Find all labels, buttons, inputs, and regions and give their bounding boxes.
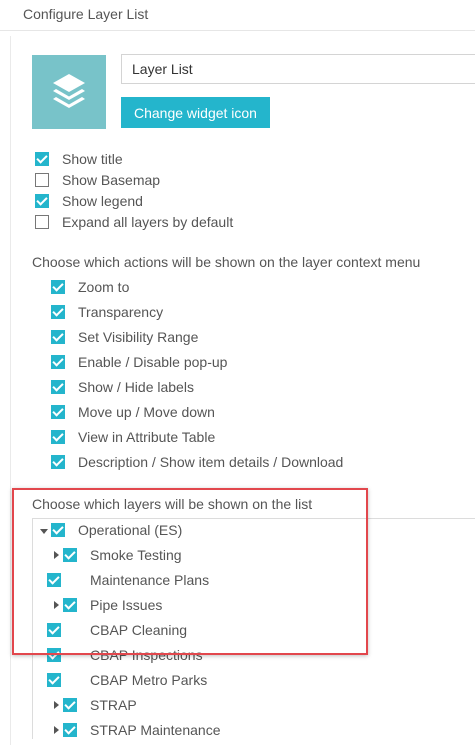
action-checkbox[interactable] xyxy=(51,380,65,394)
layer-checkbox[interactable] xyxy=(47,573,61,587)
layers-heading: Choose which layers will be shown on the… xyxy=(32,496,313,512)
action-label: Transparency xyxy=(78,304,164,320)
action-label: Description / Show item details / Downlo… xyxy=(78,454,344,470)
layer-checkbox[interactable] xyxy=(47,623,61,637)
widget-name-input[interactable] xyxy=(121,54,475,84)
expand-toggle-icon[interactable] xyxy=(54,601,59,609)
action-checkbox[interactable] xyxy=(51,305,65,319)
option-label: Show legend xyxy=(62,193,143,209)
show-basemap-checkbox[interactable] xyxy=(35,173,49,187)
actions-heading: Choose which actions will be shown on th… xyxy=(32,254,421,270)
layer-checkbox[interactable] xyxy=(63,698,77,712)
layer-label: Operational (ES) xyxy=(78,522,183,538)
show-legend-checkbox[interactable] xyxy=(35,194,49,208)
layer-checkbox[interactable] xyxy=(47,673,61,687)
action-label: Zoom to xyxy=(78,279,130,295)
layer-checkbox[interactable] xyxy=(47,648,61,662)
layer-label: CBAP Metro Parks xyxy=(90,672,208,688)
action-checkbox[interactable] xyxy=(51,280,65,294)
expand-all-checkbox[interactable] xyxy=(35,215,49,229)
layer-label: CBAP Cleaning xyxy=(90,622,188,638)
layer-label: CBAP Inspections xyxy=(90,647,203,663)
action-checkbox[interactable] xyxy=(51,455,65,469)
action-checkbox[interactable] xyxy=(51,430,65,444)
action-label: Move up / Move down xyxy=(78,404,215,420)
dialog-title: Configure Layer List xyxy=(23,6,149,22)
action-checkbox[interactable] xyxy=(51,355,65,369)
expand-toggle-icon[interactable] xyxy=(54,551,59,559)
layers-icon xyxy=(53,74,85,108)
option-label: Show title xyxy=(62,151,123,167)
layer-label: Maintenance Plans xyxy=(90,572,210,588)
action-label: View in Attribute Table xyxy=(78,429,216,445)
layer-checkbox[interactable] xyxy=(63,598,77,612)
action-label: Show / Hide labels xyxy=(78,379,194,395)
layer-label: STRAP Maintenance xyxy=(90,722,221,738)
layer-label: Smoke Testing xyxy=(90,547,182,563)
layer-label: STRAP xyxy=(90,697,137,713)
change-widget-icon-button[interactable]: Change widget icon xyxy=(121,97,270,128)
layer-label: Pipe Issues xyxy=(90,597,163,613)
configure-dialog: Configure Layer List Change widget icon … xyxy=(0,0,475,745)
dialog-title-bar: Configure Layer List xyxy=(0,0,475,31)
show-title-checkbox[interactable] xyxy=(35,152,49,166)
expand-toggle-icon[interactable] xyxy=(54,701,59,709)
action-checkbox[interactable] xyxy=(51,405,65,419)
action-label: Enable / Disable pop-up xyxy=(78,354,228,370)
option-label: Show Basemap xyxy=(62,172,161,188)
action-label: Set Visibility Range xyxy=(78,329,199,345)
layer-checkbox[interactable] xyxy=(63,723,77,737)
action-checkbox[interactable] xyxy=(51,330,65,344)
expand-toggle-icon[interactable] xyxy=(54,726,59,734)
layer-checkbox[interactable] xyxy=(51,523,65,537)
expand-toggle-icon[interactable] xyxy=(40,529,48,534)
layer-checkbox[interactable] xyxy=(63,548,77,562)
option-label: Expand all layers by default xyxy=(62,214,234,230)
widget-icon-tile[interactable] xyxy=(32,55,106,129)
